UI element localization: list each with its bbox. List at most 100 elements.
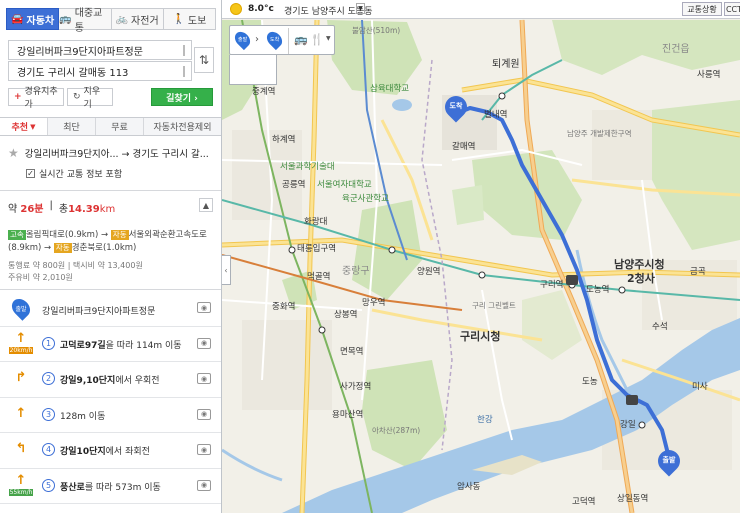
label-namyangju-2: 2청사 xyxy=(627,272,655,285)
label-sangil: 상일동역 xyxy=(617,494,649,504)
clear-button[interactable]: ↻ 지우기 xyxy=(67,87,113,110)
major-roads: 고속 올림픽대로(0.9km) → 자동 서울외곽순환고속도로(8.9km) → 자… xyxy=(8,230,207,253)
label-seoultech: 서울과학기술대 xyxy=(280,162,335,172)
label-mangu: 망우역 xyxy=(362,298,386,308)
camera-icon[interactable]: ◉ xyxy=(197,302,211,313)
realtime-traffic-checkbox[interactable]: ✓ 실시간 교통 정보 포함 xyxy=(26,167,122,180)
label-suseok: 수석 xyxy=(652,322,668,332)
temperature: 8.0°c xyxy=(248,4,274,14)
origin-input[interactable]: 강일리버파크9단지아파트정문 xyxy=(8,40,192,60)
destination-pin[interactable]: 도착 xyxy=(440,91,472,124)
end-pin-icon[interactable]: 도착 xyxy=(263,28,286,51)
speed-limit-badge: 20km/h xyxy=(8,346,34,354)
label-seoul-womens: 서울여자대학교 xyxy=(317,180,372,190)
route-summary: 약 26분 | 총14.39km ▲ 고속 올림픽대로(0.9km) → 자동 서울… xyxy=(0,190,221,290)
chevron-down-icon[interactable]: ▼ xyxy=(326,35,331,42)
refresh-icon: ↻ xyxy=(73,92,81,102)
map-canvas[interactable]: 구리시청 남양주시청 2청사 중랑구 중계역 하계역 공릉역 태릉입구역 화랑대… xyxy=(222,0,740,513)
label-sangbong: 상봉역 xyxy=(334,310,358,320)
label-junggye: 중계역 xyxy=(252,87,276,97)
star-icon[interactable]: ★ xyxy=(8,146,19,160)
step-3[interactable]: ↑ 3 128m 이동 ◉ xyxy=(0,398,221,433)
label-godeok: 고덕역 xyxy=(572,497,596,507)
label-byeollae: 별내역 xyxy=(484,110,508,120)
step-1[interactable]: ↑ 20km/h 1 고덕로97길을 따라 114m 이동 ◉ xyxy=(0,327,221,362)
turn-right-arrow-icon: ↱ xyxy=(15,370,27,385)
bicycle-icon: 🚲 xyxy=(115,13,129,25)
chevron-right-icon: › xyxy=(255,34,259,45)
swap-arrows-icon: ⇅ xyxy=(198,53,210,67)
drag-handle-icon[interactable] xyxy=(183,45,185,56)
chevron-down-icon: ▼ xyxy=(358,5,363,12)
label-guri-greenbelt: 구리 그린벨트 xyxy=(472,301,516,310)
tab-exclude-expressway[interactable]: 자동차전용제외 xyxy=(144,118,221,135)
speed-limit-badge: 55km/h xyxy=(8,488,34,496)
sun-icon xyxy=(230,3,242,15)
chevron-left-icon: ‹ xyxy=(224,265,228,275)
camera-icon[interactable]: ◉ xyxy=(197,373,211,384)
label-hagye: 하계역 xyxy=(272,135,296,145)
car-icon: 🚘 xyxy=(11,13,24,25)
bus-icon[interactable]: 🚌 xyxy=(294,33,308,46)
camera-icon[interactable]: ◉ xyxy=(197,337,211,349)
cctv-icon[interactable] xyxy=(626,395,638,405)
cctv-button[interactable]: CCT xyxy=(724,2,740,16)
chevron-up-icon: ▲ xyxy=(202,200,210,210)
tab-shortest[interactable]: 최단 xyxy=(48,118,96,135)
tab-walk[interactable]: 🚶 도보 xyxy=(163,8,216,30)
step-2[interactable]: ↱ 2 강일9,10단지에서 우회전 ◉ xyxy=(0,362,221,398)
traffic-status-button[interactable]: 교통상황 xyxy=(682,2,722,16)
label-gongneung: 공릉역 xyxy=(282,180,306,190)
label-toegyewon: 퇴계원 xyxy=(492,59,520,70)
straight-arrow-icon: ↑ xyxy=(15,330,27,346)
travel-distance: 14.39 xyxy=(68,204,100,215)
label-meokgol: 먹골역 xyxy=(307,272,331,282)
start-pin-icon[interactable]: 출발 xyxy=(231,28,254,51)
straight-arrow-icon: ↑ xyxy=(15,472,27,488)
map-toolbox: 출발 › 도착 🚌 🍴 ▼ xyxy=(229,25,335,55)
label-donong: 도농 xyxy=(582,377,598,387)
route-option-tabs: 추천 ▼ 최단 무료 자동차전용제외 xyxy=(0,117,221,136)
route-steps: 출발 강일리버파크9단지아파트정문 ◉ ↑ 20km/h 1 고덕로97길을 따… xyxy=(0,291,221,504)
restaurant-icon[interactable]: 🍴 xyxy=(310,33,324,46)
checkbox-checked-icon[interactable]: ✓ xyxy=(26,169,35,178)
transport-mode-tabs: 🚘 자동차 🚌 대중교통 🚲 자전거 🚶 도보 xyxy=(6,8,216,34)
step-5[interactable]: ↑ 55km/h 5 풍산로를 따라 573m 이동 ◉ xyxy=(0,469,221,504)
tab-car[interactable]: 🚘 자동차 xyxy=(6,8,60,30)
tab-recommended[interactable]: 추천 ▼ xyxy=(0,118,48,135)
label-namyangju-greenbelt: 남양주 개발제한구역 xyxy=(567,129,632,138)
label-geumgok: 금곡 xyxy=(690,267,706,277)
camera-icon[interactable]: ◉ xyxy=(197,408,211,420)
favorite-route[interactable]: ★ 강일리버파크9단지아... → 경기도 구리시 갈... xyxy=(8,146,214,160)
destination-input[interactable]: 경기도 구리시 갈매동 113 xyxy=(8,61,192,81)
panel-collapse-toggle[interactable]: ‹ xyxy=(222,255,231,285)
camera-icon[interactable]: ◉ xyxy=(197,479,211,491)
label-sagajeong: 사가정역 xyxy=(340,382,372,392)
tab-bicycle[interactable]: 🚲 자전거 xyxy=(111,8,164,30)
label-donong-station: 도농역 xyxy=(586,285,610,295)
camera-icon[interactable]: ◉ xyxy=(197,444,211,455)
label-taereung: 태릉입구역 xyxy=(297,244,337,254)
step-4[interactable]: ↰ 4 강일10단지에서 좌회전 ◉ xyxy=(0,433,221,469)
find-route-button[interactable]: 길찾기 › xyxy=(151,88,213,106)
origin-pin[interactable]: 출발 xyxy=(653,445,685,478)
straight-arrow-icon: ↑ xyxy=(15,405,27,421)
add-waypoint-button[interactable]: + 경유지추가 xyxy=(8,87,64,110)
cctv-icon[interactable] xyxy=(566,275,578,285)
label-galmae: 갈매역 xyxy=(452,142,476,152)
fare-info: 통행료 약 800원 | 택시비 약 13,400원 주유비 약 2,010원 xyxy=(8,261,143,282)
label-hangang: 한강 xyxy=(477,415,493,425)
map-top-bar: 8.0°c 경기도 남양주시 도농동 ▼ 교통상황 CCT xyxy=(222,0,740,19)
label-korea-military: 육군사관학교 xyxy=(342,194,389,204)
drag-handle-icon[interactable] xyxy=(183,66,185,77)
label-yangwon: 양원역 xyxy=(417,267,441,277)
tab-transit[interactable]: 🚌 대중교통 xyxy=(59,8,112,34)
location-dropdown[interactable]: ▼ xyxy=(356,3,365,14)
swap-route-button[interactable]: ⇅ xyxy=(194,47,214,73)
step-start[interactable]: 출발 강일리버파크9단지아파트정문 ◉ xyxy=(0,291,221,327)
bus-icon: 🚌 xyxy=(59,13,72,25)
tab-free[interactable]: 무료 xyxy=(96,118,144,135)
walk-icon: 🚶 xyxy=(172,13,185,25)
collapse-button[interactable]: ▲ xyxy=(199,198,213,212)
label-myeonmok: 면목역 xyxy=(340,347,364,357)
